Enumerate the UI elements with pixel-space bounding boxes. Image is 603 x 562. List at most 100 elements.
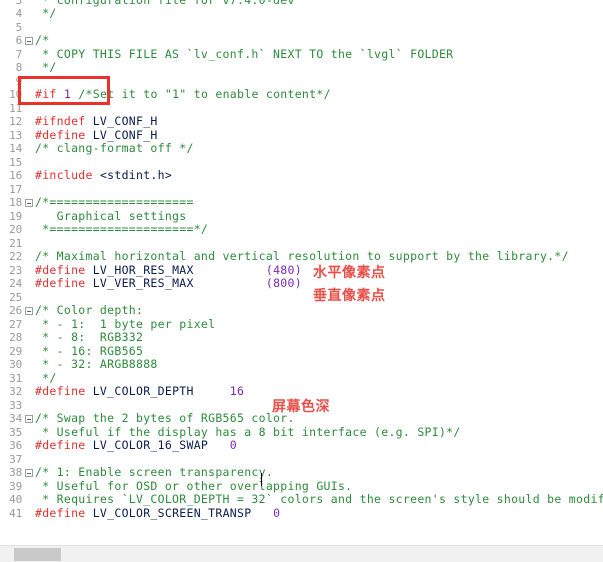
code-line-text: #define LV_COLOR_16_SWAP 0 (35, 438, 237, 453)
line-number: 21 (9, 236, 22, 250)
annotation-color-depth: 屏幕色深 (272, 399, 330, 415)
line-number: 32 (9, 385, 22, 398)
code-line[interactable]: 25 (0, 291, 603, 305)
token-comment: /*Set it to "1" to enable content*/ (78, 87, 331, 101)
horizontal-scrollbar-thumb[interactable] (14, 548, 61, 561)
code-line[interactable]: 31 */ (0, 371, 603, 386)
code-line[interactable]: 4 */ (0, 6, 603, 21)
line-number: 5 (15, 20, 23, 34)
horizontal-scrollbar[interactable] (0, 545, 603, 562)
token-ident: LV_VER_RES_MAX (92, 276, 194, 290)
code-line[interactable]: 37 (0, 453, 603, 467)
line-number: 14 (9, 142, 22, 155)
token-ident: <stdint.h> (99, 168, 173, 182)
code-line[interactable]: 26 /* Color depth: (0, 303, 603, 318)
code-line[interactable]: 5 (0, 21, 603, 35)
fold-collapse-icon[interactable] (25, 198, 33, 207)
code-line[interactable]: 21 (0, 237, 603, 251)
line-number: 39 (9, 479, 22, 493)
code-line-text: Graphical settings (35, 209, 187, 224)
code-line[interactable]: 16 #include <stdint.h> (0, 168, 603, 183)
code-line[interactable]: 15 (0, 156, 603, 170)
code-line[interactable]: 9 (0, 75, 603, 89)
line-number: 11 (9, 101, 22, 115)
line-number: 16 (9, 169, 22, 182)
token-comment: *====================*/ (35, 222, 209, 236)
code-line[interactable]: 17 (0, 183, 603, 197)
token-comment: * Requires `LV_COLOR_DEPTH = 32` colors … (35, 492, 603, 506)
code-line[interactable]: 19 Graphical settings (0, 209, 603, 224)
fold-collapse-icon[interactable] (25, 414, 33, 423)
code-editor[interactable]: 3 * configuration file for v7.4.0-dev4 *… (0, 0, 603, 562)
code-line-text: #define LV_COLOR_DEPTH 16 (35, 384, 244, 399)
fold-collapse-icon[interactable] (25, 468, 33, 477)
code-line[interactable]: 35 * Useful if the display has a 8 bit i… (0, 424, 603, 440)
line-number: 17 (9, 182, 22, 196)
code-line[interactable]: 40 * Requires `LV_COLOR_DEPTH = 32` colo… (0, 492, 603, 507)
code-line-text: * - 16: RGB565 (35, 344, 143, 359)
token-comment: /* Swap the 2 bytes of RGB565 color. (35, 411, 295, 425)
code-line[interactable]: 22 /* Maximal horizontal and vertical res… (0, 249, 603, 264)
code-line-text: * configuration file for v7.4.0-dev (35, 0, 295, 7)
code-line[interactable]: 10 #if 1 /*Set it to "1" to enable conten… (0, 87, 603, 102)
code-line[interactable]: 30 * - 32: ARGB8888 (0, 357, 603, 372)
token-comment: * Useful if the display has a 8 bit inte… (35, 424, 461, 439)
code-line[interactable]: 8 */ (0, 60, 603, 75)
code-line[interactable]: 41 #define LV_COLOR_SCREEN_TRANSP 0 (0, 505, 603, 521)
code-line[interactable]: 12 #ifndef LV_CONF_H (0, 114, 603, 129)
code-line-text: /* Color depth: (35, 303, 143, 318)
code-line[interactable]: 27 * - 1: 1 byte per pixel (0, 317, 603, 332)
code-line[interactable]: 28 * - 8: RGB332 (0, 330, 603, 345)
code-text-area[interactable]: 3 * configuration file for v7.4.0-dev4 *… (0, 0, 603, 545)
line-number: 6 (15, 34, 23, 47)
code-line[interactable]: 11 (0, 102, 603, 116)
token-comment: * Useful for OSD or other overlapping GU… (35, 478, 353, 493)
line-number: 12 (9, 115, 22, 128)
code-line[interactable]: 23 #define LV_HOR_RES_MAX (480) (0, 262, 603, 278)
code-line[interactable]: 18 /*==================== (0, 195, 603, 210)
code-line[interactable]: 20 *====================*/ (0, 222, 603, 237)
code-line-text: #define LV_COLOR_SCREEN_TRANSP 0 (35, 505, 280, 521)
line-number: 33 (9, 398, 22, 412)
code-line[interactable]: 3 * configuration file for v7.4.0-dev (0, 0, 603, 7)
line-number: 19 (9, 209, 22, 223)
code-line[interactable]: 7 * COPY THIS FILE AS `lv_conf.h` NEXT T… (0, 47, 603, 62)
code-line-text: #ifndef LV_CONF_H (35, 114, 158, 129)
code-line[interactable]: 38 /* 1: Enable screen transparency. (0, 465, 603, 480)
token-comment: /* (35, 33, 50, 47)
token-num: (800) (265, 276, 302, 290)
code-line[interactable]: 14 /* clang-format off */ (0, 141, 603, 156)
code-line[interactable]: 36 #define LV_COLOR_16_SWAP 0 (0, 438, 603, 453)
line-number: 27 (9, 317, 22, 331)
annotation-horizontal-resolution: 水平像素点 (313, 265, 386, 281)
line-number: 7 (15, 47, 23, 61)
token-pp: #include (35, 168, 93, 182)
code-line[interactable]: 6 /* (0, 33, 603, 48)
line-number: 28 (9, 331, 22, 344)
token-comment: * - 8: RGB332 (35, 330, 144, 344)
code-line-text: * Useful for OSD or other overlapping GU… (35, 478, 353, 494)
code-line[interactable]: 13 #define LV_CONF_H (0, 127, 603, 143)
line-number: 20 (9, 223, 22, 236)
code-line[interactable]: 24 #define LV_VER_RES_MAX (800) (0, 276, 603, 291)
code-line[interactable]: 29 * - 16: RGB565 (0, 344, 603, 359)
text-caret (261, 473, 262, 486)
token-pp: #define (35, 127, 86, 142)
token-ident: LV_HOR_RES_MAX (92, 262, 194, 277)
token-comment: /* clang-format off */ (35, 141, 194, 155)
token-ident: LV_COLOR_SCREEN_TRANSP (92, 505, 252, 520)
token-pp: #define (35, 384, 86, 398)
token-comment: /*==================== (35, 195, 194, 209)
line-number: 40 (9, 493, 22, 506)
fold-collapse-icon[interactable] (25, 36, 33, 45)
token-ident: LV_COLOR_16_SWAP (92, 438, 209, 452)
line-number: 36 (9, 439, 22, 452)
annotation-vertical-resolution: 垂直像素点 (313, 288, 386, 304)
fold-collapse-icon[interactable] (25, 306, 33, 315)
token-ident: LV_CONF_H (92, 114, 158, 128)
code-line[interactable]: 39 * Useful for OSD or other overlapping… (0, 478, 603, 494)
code-line-text: * - 8: RGB332 (35, 330, 144, 345)
code-line-text: /* (35, 33, 50, 48)
